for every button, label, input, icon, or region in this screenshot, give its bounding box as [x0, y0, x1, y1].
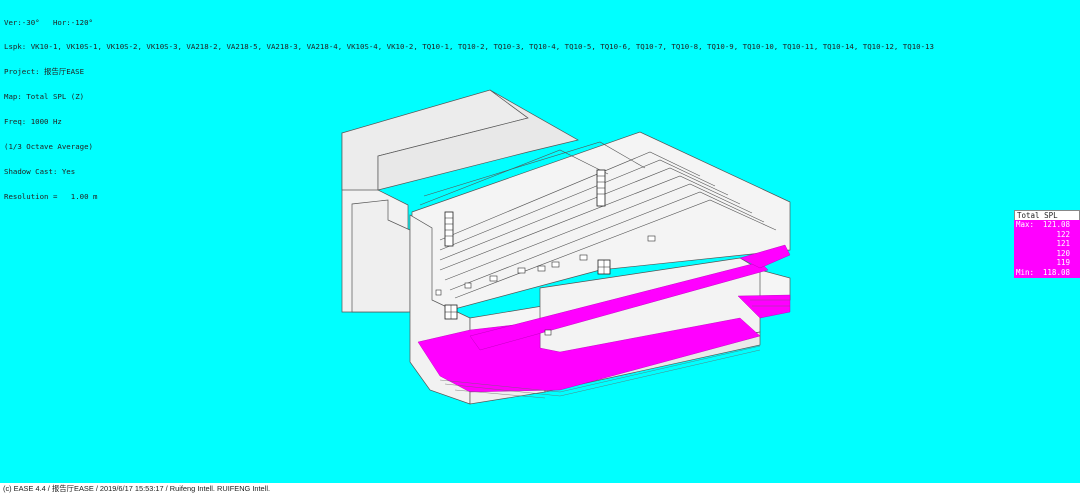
legend-row: 121 [1014, 239, 1080, 249]
wall-speaker-1 [489, 275, 498, 282]
legend-label: Max: [1016, 220, 1035, 229]
wall-speaker-2 [517, 267, 526, 274]
legend-row-max: Max: 121.08 [1014, 220, 1080, 230]
legend-value: 121.08 [1042, 220, 1070, 229]
status-footer: (c) EASE 4.4 / 报告厅EASE / 2019/6/17 15:53… [0, 483, 1080, 495]
legend-value: 121 [1056, 239, 1070, 249]
legend-row: 120 [1014, 248, 1080, 259]
legend-label: Min: [1016, 267, 1035, 277]
legend-title: Total SPL [dB] [1014, 210, 1080, 229]
legend-value: 118.08 [1042, 267, 1070, 277]
wall-speaker-3 [537, 265, 546, 272]
legend-row-min: Min: 118.08 [1014, 267, 1080, 278]
wall-speaker-8 [544, 329, 552, 336]
wall-speaker-6 [647, 235, 656, 242]
wall-speaker-4 [551, 261, 560, 268]
legend-value: 119 [1056, 258, 1070, 268]
legend-value: 120 [1056, 248, 1070, 258]
legend-row: 119 [1014, 258, 1080, 268]
room-model-3d-view[interactable] [0, 0, 1080, 483]
wall-speaker-9 [435, 289, 442, 296]
legend-row: 122 [1014, 229, 1080, 240]
wall-speaker-5 [579, 254, 588, 261]
wall-speaker-7 [464, 282, 472, 289]
spl-color-legend: Total SPL [dB] Max: 121.08 122 121 120 1… [1014, 210, 1080, 278]
legend-value: 122 [1056, 229, 1070, 239]
speaker-array-left [444, 211, 454, 247]
